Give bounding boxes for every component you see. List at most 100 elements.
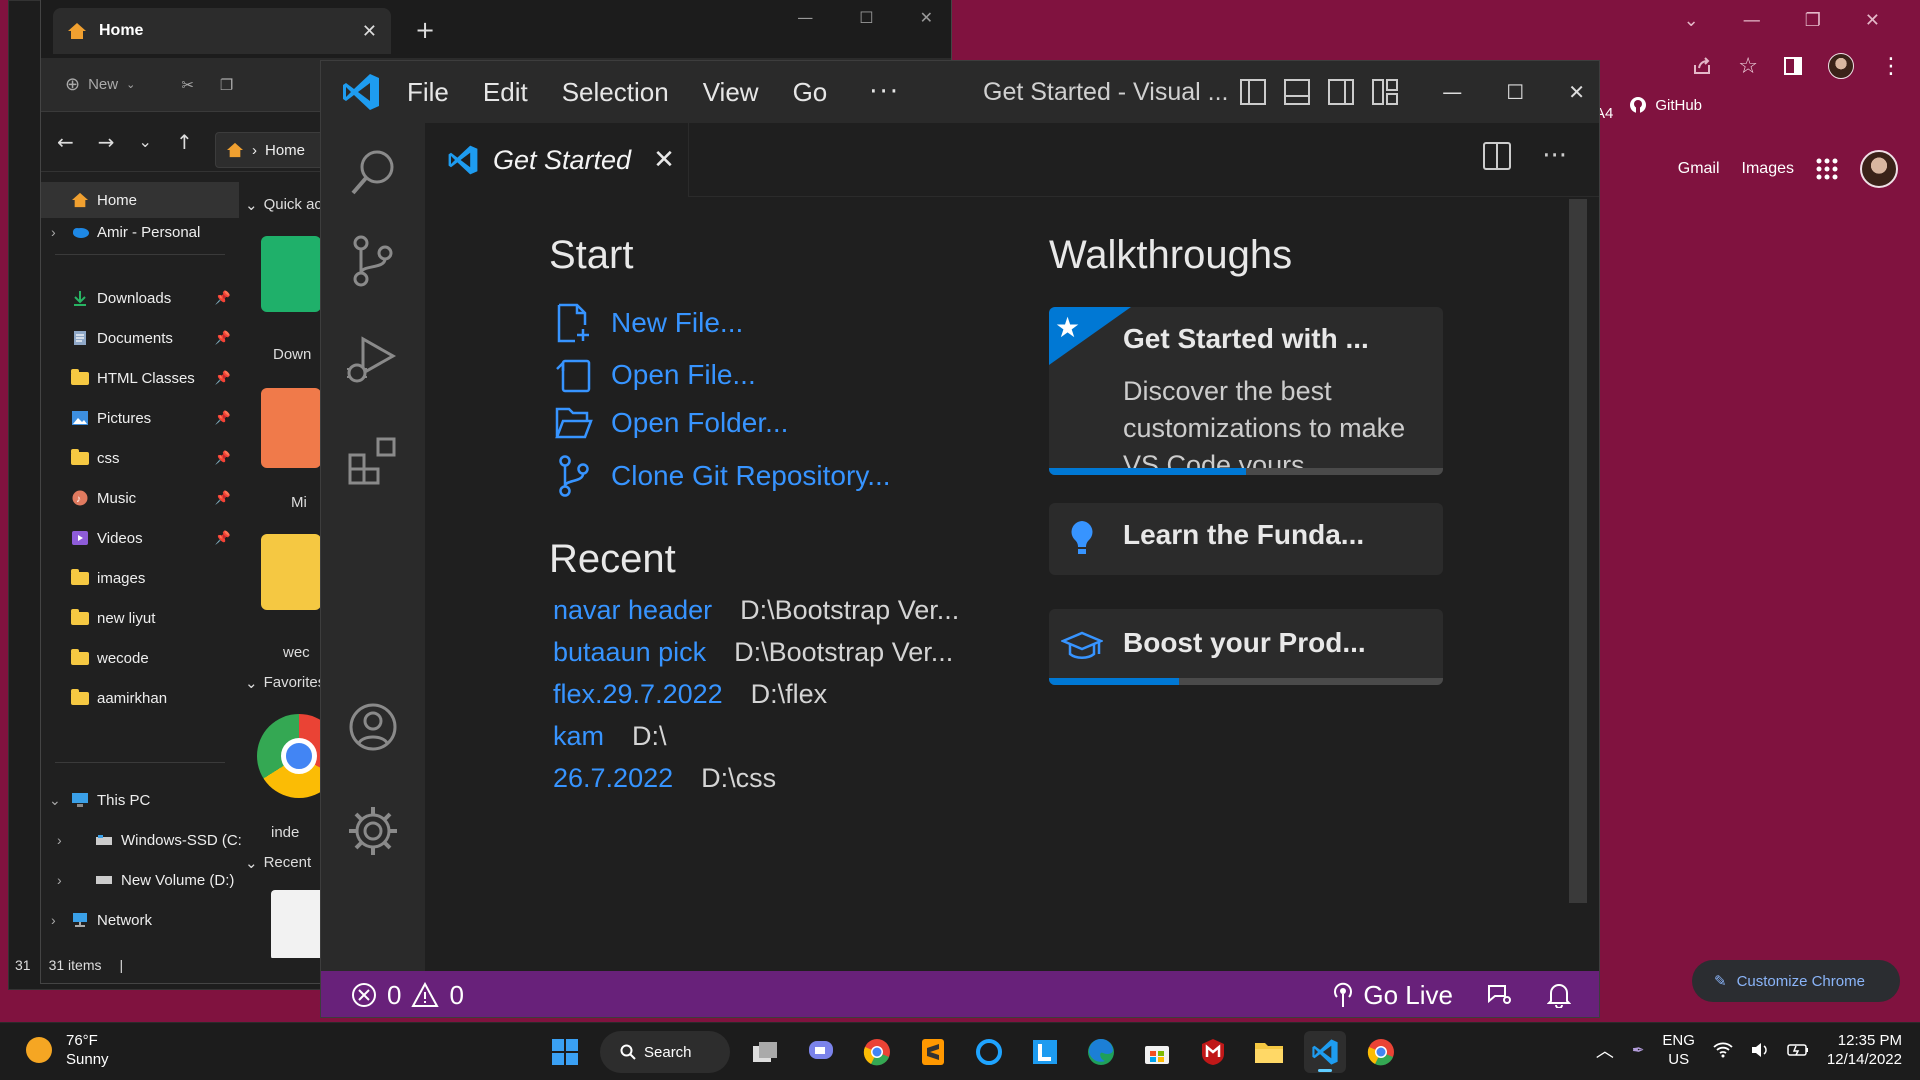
up-arrow-icon[interactable]: ↑ (176, 130, 193, 154)
nav-item-network[interactable]: › Network (41, 902, 239, 938)
new-tab-button[interactable]: + (415, 16, 435, 44)
walkthrough-card-get-started[interactable]: ★ Get Started with ... Discover the best… (1049, 307, 1443, 475)
downloads-folder-tile[interactable] (261, 236, 321, 312)
nav-item-html-classes[interactable]: HTML Classes 📌 (41, 360, 239, 396)
activity-extensions[interactable] (321, 411, 425, 511)
recent-name[interactable]: 26.7.2022 (553, 763, 673, 794)
recent-item[interactable]: butaaun pick D:\Bootstrap Ver... (553, 637, 953, 668)
weather-widget[interactable]: 76°F Sunny (26, 1031, 109, 1069)
activity-accounts[interactable] (321, 677, 425, 777)
nav-item-css[interactable]: css 📌 (41, 440, 239, 476)
customize-layout-icon[interactable] (1371, 78, 1399, 106)
recent-name[interactable]: flex.29.7.2022 (553, 679, 723, 710)
editor-scrollbar[interactable] (1569, 199, 1587, 903)
expand-chevron-icon[interactable]: › (57, 832, 62, 848)
close-tab-icon[interactable]: ✕ (362, 21, 377, 42)
menu-go[interactable]: Go (793, 77, 828, 108)
share-icon[interactable] (1692, 56, 1712, 76)
nav-item-new-volume[interactable]: › New Volume (D:) (41, 862, 239, 898)
close-button[interactable]: ✕ (1568, 80, 1585, 104)
menu-view[interactable]: View (703, 77, 759, 108)
toggle-secondary-sidebar-icon[interactable] (1327, 78, 1355, 106)
open-file-link[interactable]: Open File... (555, 355, 756, 395)
wecode-folder-tile[interactable] (261, 534, 321, 610)
nav-item-this-pc[interactable]: ⌄ This PC (41, 782, 239, 818)
chrome-menu-icon[interactable]: ⋮ (1880, 54, 1902, 79)
nav-item-downloads[interactable]: Downloads 📌 (41, 280, 239, 316)
pin-icon[interactable]: 📌 (215, 410, 231, 426)
pin-icon[interactable]: 📌 (215, 530, 231, 546)
chrome-restore-button[interactable]: ❐ (1805, 10, 1821, 31)
task-view-button[interactable] (744, 1031, 786, 1073)
recent-item[interactable]: 26.7.2022 D:\css (553, 763, 776, 794)
maximize-button[interactable]: ☐ (1506, 80, 1524, 104)
explorer-minimize-button[interactable]: — (797, 8, 813, 27)
pin-icon[interactable]: 📌 (215, 330, 231, 346)
file-explorer-button[interactable] (1248, 1031, 1290, 1073)
edge-button[interactable] (1080, 1031, 1122, 1073)
walkthrough-card-fundamentals[interactable]: Learn the Funda... (1049, 503, 1443, 575)
activity-run-debug[interactable] (321, 311, 425, 411)
open-folder-link[interactable]: Open Folder... (555, 405, 788, 441)
more-menu-button[interactable]: ··· (869, 77, 900, 107)
expand-chevron-icon[interactable]: › (57, 872, 62, 888)
pin-icon[interactable]: 📌 (215, 450, 231, 466)
vscode-taskbar-button[interactable] (1304, 1031, 1346, 1073)
menu-edit[interactable]: Edit (483, 77, 528, 108)
nav-item-videos[interactable]: Videos 📌 (41, 520, 239, 556)
recent-header[interactable]: ⌄ Recent (245, 854, 311, 872)
explorer-tab-home[interactable]: Home ✕ (53, 8, 391, 54)
nav-item-images[interactable]: images (41, 560, 239, 596)
music-folder-tile[interactable] (261, 388, 321, 468)
recent-item[interactable]: navar header D:\Bootstrap Ver... (553, 595, 959, 626)
feedback-icon[interactable] (1487, 982, 1513, 1008)
chrome-tab-search-icon[interactable]: ⌄ (1684, 10, 1699, 31)
l-app-button[interactable] (1024, 1031, 1066, 1073)
new-file-link[interactable]: New File... (555, 303, 743, 343)
pin-icon[interactable]: 📌 (215, 290, 231, 306)
nav-item-music[interactable]: ♪ Music 📌 (41, 480, 239, 516)
mcafee-button[interactable] (1192, 1031, 1234, 1073)
recent-item[interactable]: kam D:\ (553, 721, 667, 752)
customize-chrome-button[interactable]: ✎ Customize Chrome (1692, 960, 1900, 1002)
language-indicator[interactable]: ENG US (1662, 1031, 1695, 1069)
close-tab-icon[interactable]: ✕ (653, 145, 675, 175)
split-editor-icon[interactable] (1482, 141, 1512, 171)
recent-name[interactable]: kam (553, 721, 604, 752)
recent-item[interactable]: flex.29.7.2022 D:\flex (553, 679, 827, 710)
new-button[interactable]: ⊕ New ⌄ (65, 74, 135, 95)
recent-name[interactable]: butaaun pick (553, 637, 706, 668)
chrome-profile-taskbar-button[interactable] (1360, 1031, 1402, 1073)
quick-access-header[interactable]: ⌄ Quick ac (245, 196, 322, 214)
start-button[interactable] (544, 1031, 586, 1073)
clone-git-link[interactable]: Clone Git Repository... (555, 455, 891, 497)
explorer-close-button[interactable]: ✕ (920, 8, 933, 27)
minimize-button[interactable]: — (1442, 80, 1462, 104)
pin-icon[interactable]: 📌 (215, 370, 231, 386)
menu-selection[interactable]: Selection (562, 77, 669, 108)
tab-get-started[interactable]: Get Started ✕ (425, 123, 689, 197)
copy-icon[interactable]: ❐ (220, 76, 233, 94)
bookmark-star-icon[interactable]: ☆ (1738, 54, 1758, 79)
more-actions-icon[interactable]: ··· (1542, 141, 1567, 171)
notifications-bell-icon[interactable] (1547, 982, 1571, 1008)
activity-manage[interactable] (321, 781, 425, 881)
expand-chevron-icon[interactable]: › (51, 912, 56, 928)
nav-item-onedrive[interactable]: › Amir - Personal (41, 214, 239, 250)
recent-name[interactable]: navar header (553, 595, 712, 626)
activity-search[interactable] (321, 123, 425, 223)
battery-icon[interactable] (1787, 1043, 1809, 1057)
wifi-icon[interactable] (1713, 1042, 1733, 1058)
nav-item-wecode[interactable]: wecode (41, 640, 239, 676)
activity-source-control[interactable] (321, 211, 425, 311)
collapse-chevron-icon[interactable]: ⌄ (49, 792, 61, 809)
recent-locations-icon[interactable]: ⌄ (139, 132, 152, 151)
nav-item-aamirkhan[interactable]: aamirkhan (41, 680, 239, 716)
volume-icon[interactable] (1751, 1042, 1769, 1058)
gmail-link[interactable]: Gmail (1678, 160, 1720, 178)
walkthrough-card-productivity[interactable]: Boost your Prod... (1049, 609, 1443, 685)
store-button[interactable] (1136, 1031, 1178, 1073)
pen-icon[interactable]: ✒ (1632, 1041, 1645, 1059)
favorites-header[interactable]: ⌄ Favorites (245, 674, 325, 692)
sublime-text-button[interactable] (912, 1031, 954, 1073)
